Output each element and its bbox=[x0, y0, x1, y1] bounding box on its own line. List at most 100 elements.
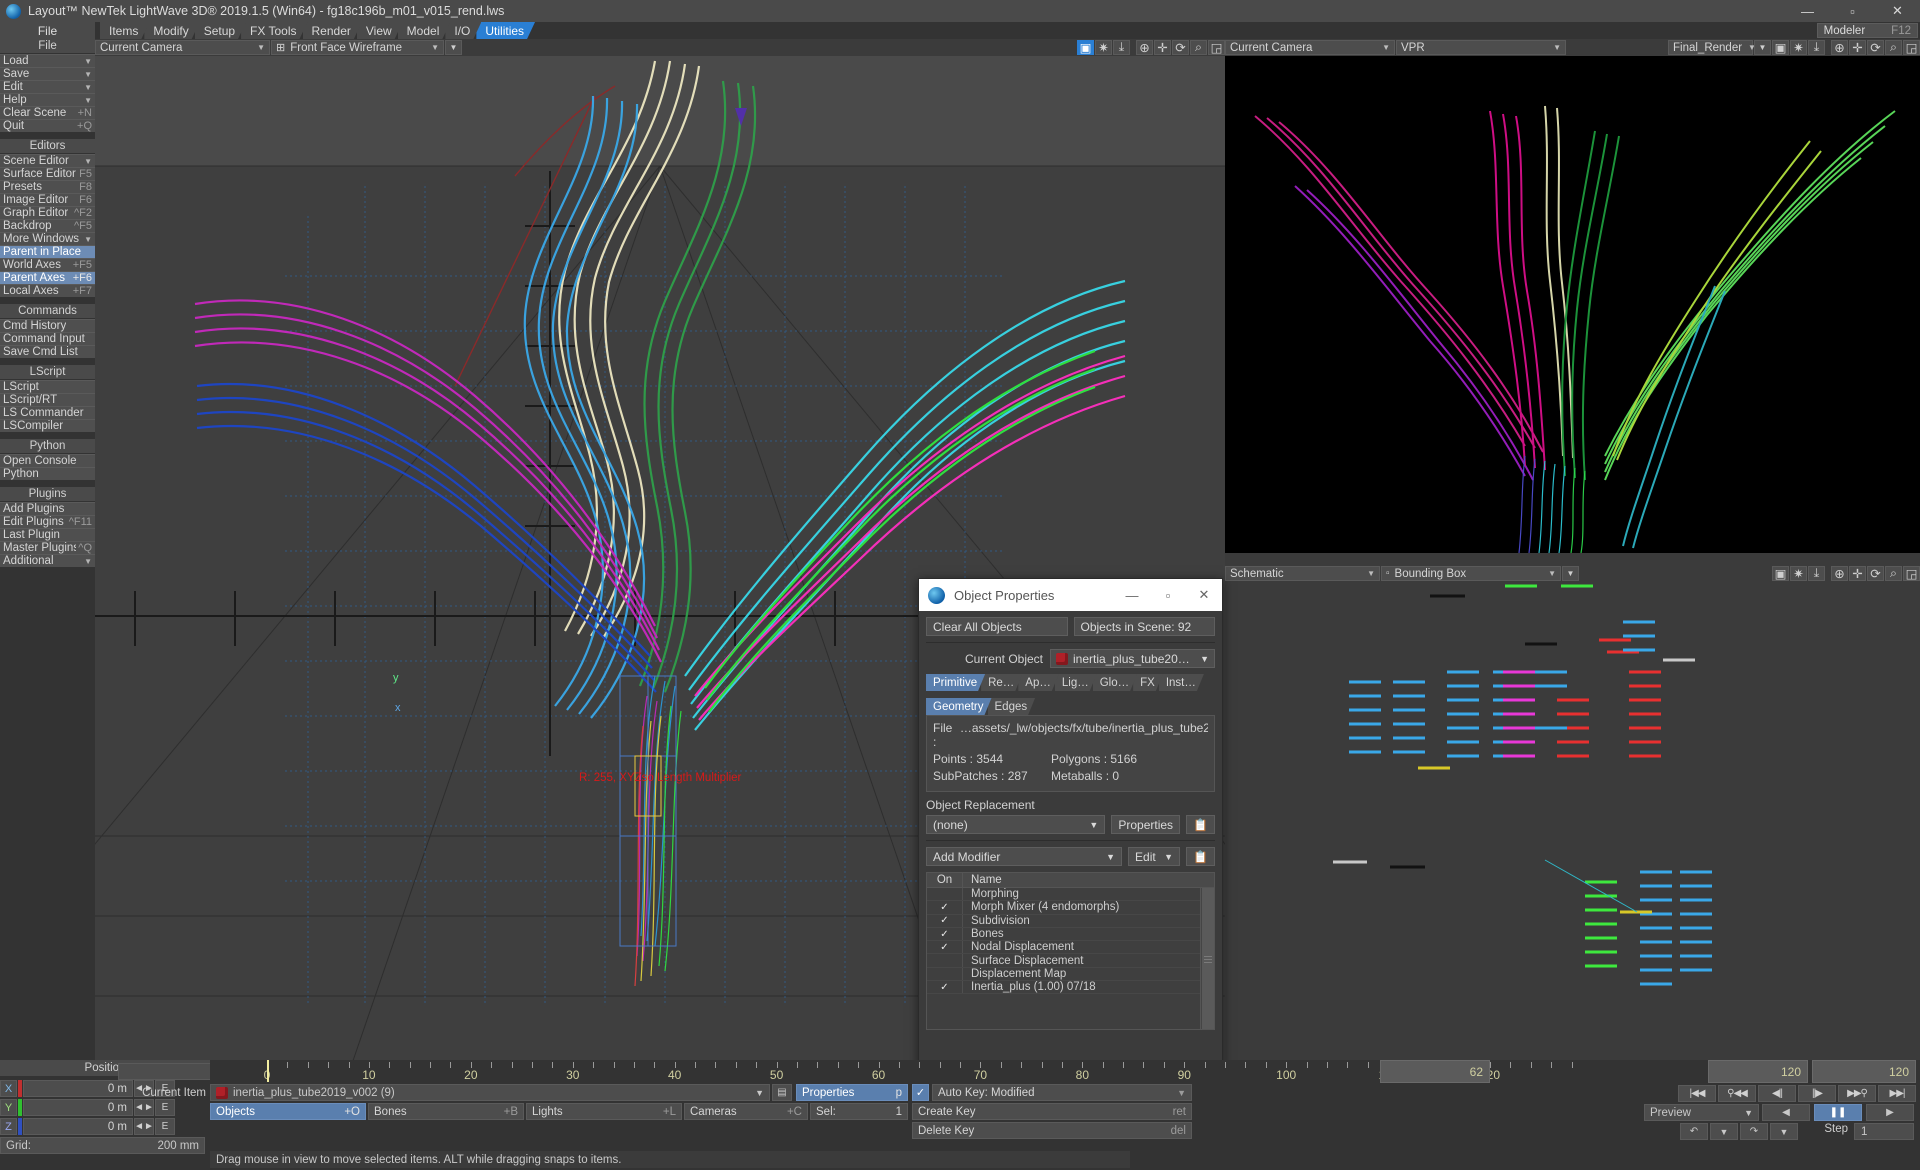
maximize-viewport-icon[interactable]: ◲ bbox=[1208, 40, 1225, 55]
tab-items[interactable]: Items bbox=[100, 22, 149, 39]
undo-icon[interactable]: ↶ bbox=[1680, 1123, 1708, 1140]
sidebar-item-save[interactable]: Save ▼ bbox=[0, 67, 95, 80]
sidebar-item-lscript-rt[interactable]: LScript/RT bbox=[0, 393, 95, 406]
clipboard-icon[interactable]: 📋 bbox=[1186, 847, 1215, 866]
sidebar-item-lscompiler[interactable]: LSCompiler bbox=[0, 419, 95, 432]
modifier-row[interactable]: ✓ Bones bbox=[927, 927, 1214, 942]
vpr-camera-dropdown[interactable]: Current Camera ▼ bbox=[1225, 40, 1395, 55]
vpr-options-chevron[interactable]: ▼ bbox=[1754, 40, 1771, 55]
dialog-tab-1[interactable]: Re… bbox=[981, 674, 1022, 691]
sidebar-item-parent-in-place[interactable]: Parent in Place bbox=[0, 245, 95, 258]
export-icon[interactable]: ⤓ bbox=[1808, 40, 1825, 55]
modifier-enabled-checkbox[interactable]: ✓ bbox=[927, 927, 963, 941]
vpr-render-view[interactable] bbox=[1225, 56, 1920, 553]
object-replacement-dropdown[interactable]: (none) ▼ bbox=[926, 815, 1106, 834]
axis-value-field[interactable]: 0 m bbox=[23, 1080, 133, 1097]
modifier-row[interactable]: ✓ Nodal Displacement bbox=[927, 941, 1214, 955]
viewport-camera-dropdown[interactable]: Current Camera ▼ bbox=[95, 40, 270, 55]
arrows-lr-icon[interactable]: ◄► bbox=[134, 1099, 154, 1116]
sidebar-item-add-plugins[interactable]: Add Plugins bbox=[0, 502, 95, 515]
undo-chevron-icon[interactable]: ▼ bbox=[1710, 1123, 1738, 1140]
modifier-edit-dropdown[interactable]: Edit ▼ bbox=[1128, 847, 1181, 866]
autokey-checkbox[interactable]: ✓ bbox=[912, 1084, 929, 1101]
schematic-view-dropdown[interactable]: Schematic ▼ bbox=[1225, 566, 1380, 581]
current-item-picker-icon[interactable]: ▤ bbox=[772, 1084, 792, 1101]
maximize-viewport-icon[interactable]: ◲ bbox=[1903, 40, 1920, 55]
modifier-row[interactable]: ✓ Morph Mixer (4 endomorphs) bbox=[927, 901, 1214, 915]
tab-view[interactable]: View bbox=[357, 22, 403, 39]
timeline[interactable]: 0102030405060708090100110120 62 bbox=[210, 1060, 1705, 1084]
gear-icon[interactable]: ✷ bbox=[1095, 40, 1112, 55]
prev-key-button[interactable]: ⚲◀◀ bbox=[1718, 1085, 1756, 1102]
gear-icon[interactable]: ✷ bbox=[1790, 40, 1807, 55]
arrows-lr-icon[interactable]: ◄► bbox=[134, 1118, 154, 1135]
dialog-tab-2[interactable]: Ap… bbox=[1018, 674, 1059, 691]
sidebar-item-clear-scene[interactable]: Clear Scene +N bbox=[0, 106, 95, 119]
camera-icon[interactable]: ▣ bbox=[1077, 40, 1094, 55]
zoom-icon[interactable]: ⌕ bbox=[1190, 40, 1207, 55]
gear-icon[interactable]: ✷ bbox=[1790, 566, 1807, 581]
dialog-subtab-geometry[interactable]: Geometry bbox=[926, 698, 992, 715]
sidebar-item-ls-commander[interactable]: LS Commander bbox=[0, 406, 95, 419]
bones-button[interactable]: Bones +B bbox=[368, 1103, 524, 1120]
move-icon[interactable]: ✛ bbox=[1154, 40, 1171, 55]
sidebar-item-graph-editor[interactable]: Graph Editor ^F2 bbox=[0, 206, 95, 219]
rotate-icon[interactable]: ⟳ bbox=[1867, 40, 1884, 55]
sidebar-item-lscript[interactable]: LScript bbox=[0, 380, 95, 393]
modifier-enabled-checkbox[interactable]: ✓ bbox=[927, 981, 963, 994]
dialog-tab-6[interactable]: Inst… bbox=[1159, 674, 1204, 691]
object-properties-dialog[interactable]: Object Properties — ▫ ✕ Clear All Object… bbox=[918, 578, 1223, 1073]
sidebar-item-image-editor[interactable]: Image Editor F6 bbox=[0, 193, 95, 206]
play-reverse-button[interactable]: ◀ bbox=[1762, 1104, 1810, 1121]
rotate-icon[interactable]: ⟳ bbox=[1867, 566, 1884, 581]
sidebar-item-master-plugins[interactable]: Master Plugins ^Q bbox=[0, 541, 95, 554]
sidebar-item-open-console[interactable]: Open Console bbox=[0, 454, 95, 467]
sidebar-item-cmd-history[interactable]: Cmd History bbox=[0, 319, 95, 332]
dialog-tab-3[interactable]: Lig… bbox=[1055, 674, 1097, 691]
modifier-row[interactable]: Surface Displacement bbox=[927, 954, 1214, 968]
modifier-row[interactable]: Morphing bbox=[927, 888, 1214, 902]
modifier-enabled-checkbox[interactable] bbox=[927, 954, 963, 967]
objects-button[interactable]: Objects +O bbox=[210, 1103, 366, 1120]
schematic-options-chevron[interactable]: ▼ bbox=[1562, 566, 1579, 581]
first-frame-button[interactable]: |◀◀ bbox=[1678, 1085, 1716, 1102]
sidebar-item-more-windows[interactable]: More Windows ▼ bbox=[0, 232, 95, 245]
clear-all-objects-button[interactable]: Clear All Objects bbox=[926, 617, 1068, 636]
axis-envelope-button[interactable]: E bbox=[155, 1118, 175, 1135]
modifier-enabled-checkbox[interactable] bbox=[927, 967, 963, 981]
camera-icon[interactable]: ▣ bbox=[1772, 566, 1789, 581]
move-icon[interactable]: ✛ bbox=[1849, 566, 1866, 581]
modifier-enabled-checkbox[interactable]: ✓ bbox=[927, 901, 963, 914]
zoom-icon[interactable]: ⌕ bbox=[1885, 40, 1902, 55]
dialog-tab-4[interactable]: Glo… bbox=[1093, 674, 1137, 691]
sidebar-item-python[interactable]: Python bbox=[0, 467, 95, 480]
timeline-cursor[interactable] bbox=[267, 1060, 269, 1082]
current-item-dropdown[interactable]: inertia_plus_tube2019_v002 (9) ▼ bbox=[210, 1084, 770, 1101]
sidebar-item-save-cmd-list[interactable]: Save Cmd List bbox=[0, 345, 95, 358]
maximize-button[interactable]: ▫ bbox=[1830, 0, 1875, 22]
sidebar-item-last-plugin[interactable]: Last Plugin bbox=[0, 528, 95, 541]
modifier-row[interactable]: Displacement Map bbox=[927, 967, 1214, 982]
viewport-options-chevron[interactable]: ▼ bbox=[445, 40, 462, 55]
zoom-icon[interactable]: ⌕ bbox=[1885, 566, 1902, 581]
add-modifier-dropdown[interactable]: Add Modifier ▼ bbox=[926, 847, 1123, 866]
sidebar-item-presets[interactable]: Presets F8 bbox=[0, 180, 95, 193]
modifier-row[interactable]: ✓ Inertia_plus (1.00) 07/18 bbox=[927, 981, 1214, 995]
clipboard-icon[interactable]: 📋 bbox=[1186, 815, 1215, 834]
step-field[interactable]: 1 bbox=[1854, 1123, 1914, 1140]
tab-modify[interactable]: Modify bbox=[144, 22, 199, 39]
frame-end-field-2[interactable]: 120 bbox=[1812, 1060, 1916, 1083]
next-key-button[interactable]: ▶▶⚲ bbox=[1838, 1085, 1876, 1102]
prev-frame-button[interactable]: ◀|| bbox=[1758, 1085, 1796, 1102]
export-icon[interactable]: ⤓ bbox=[1113, 40, 1130, 55]
modifier-row[interactable]: ✓ Subdivision bbox=[927, 914, 1214, 928]
modeler-button[interactable]: Modeler F12 bbox=[1816, 23, 1918, 38]
axis-envelope-button[interactable]: E bbox=[155, 1099, 175, 1116]
properties-button[interactable]: Properties p bbox=[796, 1084, 908, 1101]
lights-button[interactable]: Lights +L bbox=[526, 1103, 682, 1120]
redo-icon[interactable]: ↷ bbox=[1740, 1123, 1768, 1140]
sidebar-item-edit[interactable]: Edit ▼ bbox=[0, 80, 95, 93]
axis-value-field[interactable]: 0 m bbox=[23, 1099, 133, 1116]
modifier-enabled-checkbox[interactable] bbox=[927, 888, 963, 901]
frame-end-field-1[interactable]: 120 bbox=[1708, 1060, 1808, 1083]
